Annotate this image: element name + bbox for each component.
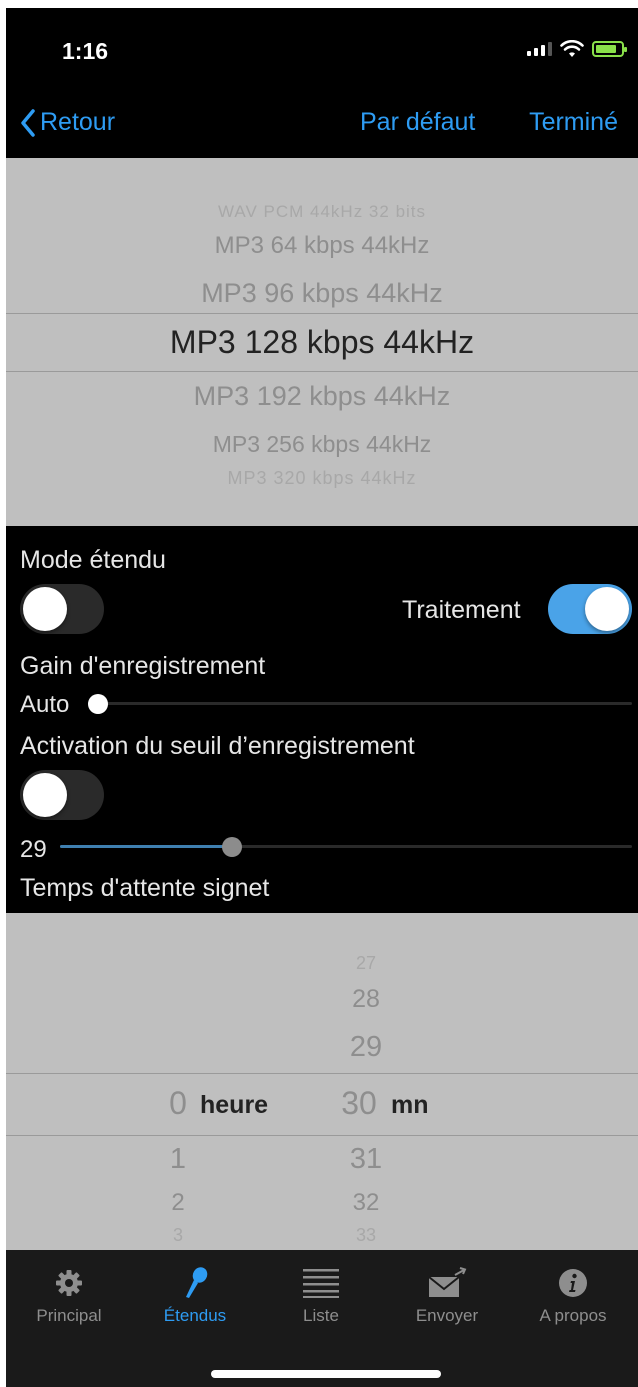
back-button[interactable]: Retour [20,108,115,137]
bookmark-wait-label: Temps d'attente signet [20,874,270,902]
back-label: Retour [40,108,116,136]
selection-line-top [6,313,638,314]
wifi-icon [560,40,584,57]
minute-option[interactable]: 28 [331,985,401,1014]
format-option[interactable]: MP3 64 kbps 44kHz [6,232,638,260]
info-icon [559,1269,587,1297]
minute-option[interactable]: 32 [331,1189,401,1217]
threshold-slider[interactable] [60,835,632,859]
format-picker[interactable]: WAV PCM 44kHz 32 bits MP3 64 kbps 44kHz … [6,158,638,526]
home-indicator [211,1370,441,1378]
slider-track [88,702,632,705]
extended-mode-toggle[interactable] [20,584,104,634]
tab-principal[interactable]: Principal [6,1260,132,1326]
tab-label: Étendus [163,1306,227,1325]
minute-option[interactable]: 27 [331,953,401,974]
threshold-label: Activation du seuil d’enregistrement [20,732,415,760]
processing-label: Traitement [402,596,521,624]
slider-track [60,845,632,848]
selection-line-bottom [6,1135,638,1136]
format-option[interactable]: MP3 192 kbps 44kHz [6,381,638,412]
minute-option[interactable]: 31 [331,1143,401,1176]
tab-label: Envoyer [415,1306,479,1325]
hour-option[interactable]: 3 [158,1225,198,1246]
slider-thumb[interactable] [221,837,242,857]
tab-envoyer[interactable]: Envoyer [384,1260,510,1326]
cellular-signal-icon [527,42,552,56]
gain-slider[interactable] [88,692,632,716]
toggle-knob [23,587,67,631]
tab-label: Liste [303,1306,339,1325]
hour-option[interactable]: 2 [158,1189,198,1217]
tab-label: Principal [36,1306,102,1325]
microphone-icon [186,1267,208,1298]
selected-hour[interactable]: 0 [158,1085,198,1122]
selection-line-top [6,1073,638,1074]
battery-charging-icon [592,41,627,57]
selection-line-bottom [6,371,638,372]
format-option[interactable]: WAV PCM 44kHz 32 bits [6,202,638,222]
done-button[interactable]: Terminé [529,108,618,137]
minute-option[interactable]: 33 [331,1225,401,1246]
gain-value: Auto [20,691,70,718]
threshold-value: 29 [20,836,47,863]
toggle-knob [23,773,67,817]
send-mail-icon [428,1267,467,1297]
hour-unit-label: heure [200,1091,269,1119]
tab-a-propos[interactable]: A propos [510,1260,636,1326]
selected-minute[interactable]: 30 [329,1085,389,1122]
minute-option[interactable]: 29 [331,1031,401,1064]
status-time: 1:16 [62,38,109,64]
slider-fill [60,845,232,848]
format-option[interactable]: MP3 96 kbps 44kHz [6,278,638,309]
format-option-selected[interactable]: MP3 128 kbps 44kHz [6,324,638,361]
tab-etendus[interactable]: Étendus [132,1260,258,1326]
status-icons [527,40,627,58]
hour-option[interactable]: 1 [158,1143,198,1176]
bookmark-time-picker[interactable]: 27 28 29 0 heure 30 mn 1 31 2 32 3 33 [6,913,638,1250]
default-button[interactable]: Par défaut [360,108,475,137]
format-option[interactable]: MP3 256 kbps 44kHz [6,431,638,458]
gear-icon [56,1270,82,1296]
slider-thumb[interactable] [88,694,108,714]
list-icon [303,1269,339,1298]
format-option[interactable]: MP3 320 kbps 44kHz [6,468,638,489]
minute-unit-label: mn [391,1091,429,1119]
screen: 1:16 Retour Par défaut Terminé WAV PCM 4… [6,8,638,1387]
tab-bar: Principal Étendus Liste Envoyer A propos [6,1250,638,1387]
tab-label: A propos [539,1306,607,1325]
threshold-toggle[interactable] [20,770,104,820]
tab-liste[interactable]: Liste [258,1260,384,1326]
chevron-left-icon [21,108,35,137]
toggle-knob [585,587,629,631]
gain-label: Gain d'enregistrement [20,652,266,680]
processing-toggle[interactable] [548,584,632,634]
extended-mode-label: Mode étendu [20,546,166,574]
